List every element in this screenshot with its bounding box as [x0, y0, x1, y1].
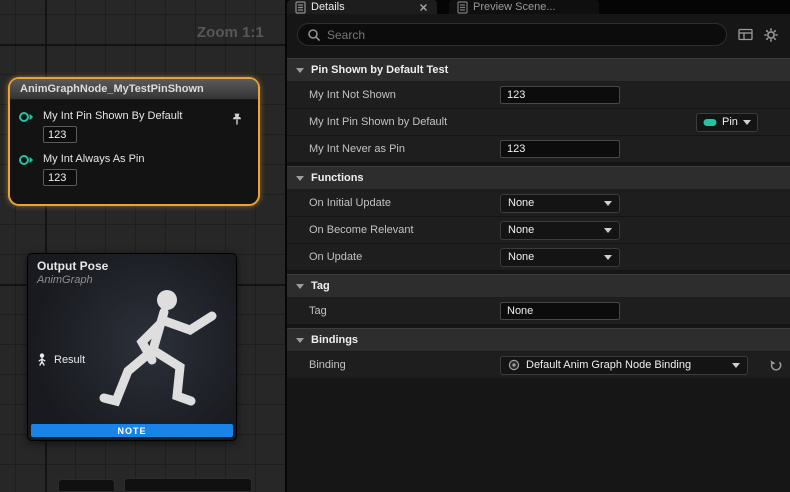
chevron-down-icon — [732, 363, 740, 368]
chevron-down-icon — [604, 201, 612, 206]
node-title: Output Pose — [37, 259, 227, 273]
node-subtitle: AnimGraph — [37, 274, 227, 286]
result-pin[interactable]: Result — [36, 353, 85, 366]
node-body: My Int Pin Shown By Default My Int Alwa — [10, 100, 258, 204]
property-label: My Int Not Shown — [287, 89, 396, 101]
property-row-tag: Tag — [287, 298, 790, 325]
section-pin-shown-by-default-test[interactable]: Pin Shown by Default Test — [287, 58, 790, 82]
details-tab-icon — [295, 1, 306, 14]
node-title: AnimGraphNode_MyTestPinShown — [20, 83, 204, 95]
note-label: NOTE — [117, 426, 146, 436]
property-row-binding: Binding Default Anim Graph Node Binding — [287, 352, 790, 379]
pin-label: My Int Pin Shown By Default — [43, 110, 182, 123]
dropdown-value: None — [508, 224, 534, 236]
chevron-down-icon — [604, 228, 612, 233]
my-int-never-as-pin-input[interactable] — [500, 140, 620, 158]
section-title: Tag — [311, 280, 330, 292]
section-title: Functions — [311, 172, 364, 184]
property-row-on-update: On Update None — [287, 244, 790, 271]
tab-label: Preview Scene... — [473, 1, 556, 13]
property-label: Tag — [287, 305, 327, 317]
pin-row: My Int Pin Shown By Default — [10, 106, 258, 149]
gear-icon — [763, 27, 779, 43]
search-input[interactable] — [327, 28, 717, 42]
settings-button[interactable] — [763, 26, 780, 44]
pin-row: My Int Always As Pin — [10, 149, 258, 192]
chevron-down-icon — [296, 176, 304, 181]
node-title-bar[interactable]: AnimGraphNode_MyTestPinShown — [10, 79, 258, 100]
tab-preview-scene[interactable]: Preview Scene... — [449, 0, 599, 14]
chevron-down-icon — [296, 68, 304, 73]
binding-icon — [508, 359, 520, 371]
binding-dropdown[interactable]: Default Anim Graph Node Binding — [500, 356, 748, 375]
pose-pin-icon — [36, 353, 48, 366]
property-row-on-initial-update: On Initial Update None — [287, 190, 790, 217]
property-row-my-int-pin-shown-by-default: My Int Pin Shown by Default Pin — [287, 109, 790, 136]
pin-label: My Int Always As Pin — [43, 153, 144, 166]
pin-value-input[interactable] — [43, 169, 77, 186]
section-functions[interactable]: Functions — [287, 166, 790, 190]
close-icon — [418, 2, 429, 13]
binding-value: Default Anim Graph Node Binding — [526, 359, 691, 371]
reset-binding-button[interactable] — [766, 356, 784, 374]
dropdown-value: None — [508, 197, 534, 209]
tab-details[interactable]: Details — [287, 0, 437, 14]
view-options-icon — [738, 28, 753, 41]
property-label: On Initial Update — [287, 197, 391, 209]
view-options-button[interactable] — [736, 26, 753, 44]
pin-state-dropdown[interactable]: Pin — [696, 113, 758, 132]
section-bindings[interactable]: Bindings — [287, 328, 790, 352]
pin-state-icon — [703, 118, 717, 127]
result-pin-label: Result — [54, 354, 85, 366]
property-row-on-become-relevant: On Become Relevant None — [287, 217, 790, 244]
property-row-my-int-never-as-pin: My Int Never as Pin — [287, 136, 790, 163]
search-icon — [307, 28, 321, 42]
pin-state-label: Pin — [722, 116, 738, 128]
property-label: My Int Pin Shown by Default — [287, 116, 447, 128]
section-title: Bindings — [311, 334, 358, 346]
on-initial-update-dropdown[interactable]: None — [500, 194, 620, 213]
property-label: On Become Relevant — [287, 224, 414, 236]
pin-value-input[interactable] — [43, 126, 77, 143]
note-bar[interactable]: NOTE — [31, 424, 233, 437]
revert-arrow-icon — [768, 359, 782, 372]
panel-tab-bar: Details Preview Scene... — [287, 0, 790, 14]
anim-graph-canvas[interactable]: Zoom 1:1 AnimGraphNode_MyTestPinShown My… — [0, 0, 285, 492]
close-tab-button[interactable] — [418, 2, 429, 13]
chevron-down-icon — [743, 120, 751, 125]
property-label: Binding — [287, 359, 346, 371]
unreal-editor-window: Zoom 1:1 AnimGraphNode_MyTestPinShown My… — [0, 0, 790, 492]
tab-label: Details — [311, 1, 345, 13]
on-become-relevant-dropdown[interactable]: None — [500, 221, 620, 240]
chevron-down-icon — [296, 338, 304, 343]
dropdown-value: None — [508, 251, 534, 263]
section-title: Pin Shown by Default Test — [311, 64, 448, 76]
partially-visible-node[interactable] — [124, 478, 252, 492]
search-box[interactable] — [297, 23, 727, 46]
pushpin-icon[interactable] — [230, 112, 244, 126]
details-toolbar — [287, 14, 790, 55]
partially-visible-node[interactable] — [58, 479, 115, 492]
node-animgraphnode-mytestpinshown[interactable]: AnimGraphNode_MyTestPinShown My Int Pin … — [8, 77, 260, 206]
node-title-bar[interactable]: Output Pose AnimGraph — [28, 254, 236, 286]
property-label: My Int Never as Pin — [287, 143, 405, 155]
int-pin-icon[interactable] — [18, 110, 35, 124]
zoom-level-label: Zoom 1:1 — [197, 24, 264, 41]
chevron-down-icon — [604, 255, 612, 260]
details-panel: Details Preview Scene... — [285, 0, 790, 492]
my-int-not-shown-input[interactable] — [500, 86, 620, 104]
on-update-dropdown[interactable]: None — [500, 248, 620, 267]
property-row-my-int-not-shown: My Int Not Shown — [287, 82, 790, 109]
property-label: On Update — [287, 251, 362, 263]
chevron-down-icon — [296, 284, 304, 289]
int-pin-icon[interactable] — [18, 153, 35, 167]
tag-input[interactable] — [500, 302, 620, 320]
node-output-pose[interactable]: Output Pose AnimGraph Result NOTE — [27, 253, 237, 441]
section-tag[interactable]: Tag — [287, 274, 790, 298]
preview-scene-tab-icon — [457, 1, 468, 14]
